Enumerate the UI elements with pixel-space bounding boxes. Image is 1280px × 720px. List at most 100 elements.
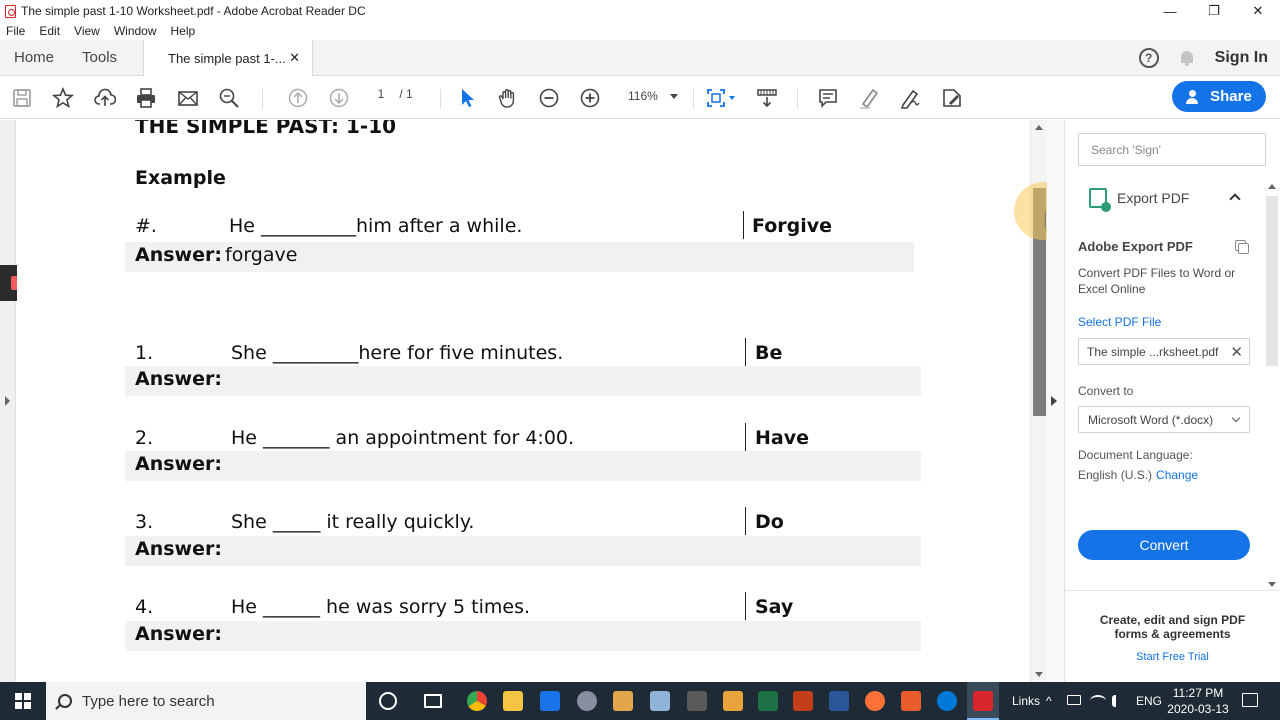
chevron-up-icon[interactable]: ^ [1046,682,1052,720]
menu-help[interactable]: Help [171,24,196,38]
acrobat-icon [973,691,993,711]
comment-icon[interactable] [816,86,840,110]
scroll-up-icon[interactable] [1268,184,1276,189]
convert-format-select[interactable]: Microsoft Word (*.docx) [1078,406,1250,433]
toolbar-separator [797,89,798,109]
chrome-icon[interactable] [467,691,487,711]
fit-page-icon[interactable] [704,86,728,110]
document-view[interactable]: THE SIMPLE PAST: 1-10 Example #. He ____… [17,120,1030,682]
tab-document[interactable]: The simple past 1-... ✕ [143,40,313,76]
highlight-icon[interactable] [857,86,881,110]
app-icon[interactable] [901,691,921,711]
zoom-value: 116% [628,89,658,103]
share-button[interactable]: Share [1172,81,1266,112]
answer-label: Answer: [135,538,222,560]
sign-icon[interactable] [898,86,922,110]
fill-sign-icon[interactable] [940,86,964,110]
powerpoint-icon[interactable] [793,691,813,711]
cortana-icon[interactable] [379,692,397,710]
scroll-up-icon[interactable] [1035,125,1043,130]
links-toolbar[interactable]: Links [1012,682,1040,720]
excel-icon[interactable] [758,691,778,711]
input-language[interactable]: ENG [1136,682,1162,720]
find-icon[interactable] [217,86,241,110]
start-button[interactable] [0,682,46,720]
document-language-label: Document Language: [1078,448,1193,462]
scrollbar-thumb[interactable] [1266,196,1278,366]
close-button[interactable]: ✕ [1236,0,1280,22]
taskbar-search-input[interactable]: Type here to search [46,682,366,720]
page-number-input[interactable]: 1 [366,87,396,102]
menu-view[interactable]: View [74,24,100,38]
selected-file-field[interactable]: The simple ...rksheet.pdf ✕ [1078,338,1250,365]
question-number: 1. [135,342,154,364]
windows-taskbar: Type here to search Links ^ ENG 11:27 PM… [0,682,1280,720]
mail-app-icon[interactable] [540,691,560,711]
scroll-down-icon[interactable] [1268,582,1276,587]
help-icon[interactable]: ? [1138,48,1159,68]
prev-page-icon[interactable] [286,86,310,110]
system-clock[interactable]: 11:27 PM 2020-03-13 [1162,685,1234,717]
select-arrow-icon[interactable] [455,86,479,110]
menu-window[interactable]: Window [114,24,157,38]
volume-icon[interactable] [1112,695,1122,707]
expand-arrow-icon[interactable] [5,396,10,406]
convert-button[interactable]: Convert [1078,530,1250,560]
chevron-up-icon[interactable] [1229,193,1241,205]
change-language-link[interactable]: Change [1156,468,1198,482]
scroll-mode-icon[interactable] [755,86,779,110]
scroll-down-icon[interactable] [1035,672,1043,677]
zoom-in-icon[interactable] [578,86,602,110]
pane-scrollbar[interactable] [1264,182,1280,592]
notification-bell-icon[interactable] [1179,49,1195,67]
start-free-trial-link[interactable]: Start Free Trial [1065,651,1280,663]
zoom-select[interactable]: 116% [620,89,684,103]
wifi-icon[interactable] [1090,695,1106,707]
answer-row: Answer: [125,536,921,566]
media-player-icon[interactable] [613,691,633,711]
app-icon[interactable] [723,691,743,711]
window-title: The simple past 1-10 Worksheet.pdf - Ado… [21,4,366,18]
collapse-arrow-icon[interactable] [1051,396,1057,406]
zoom-out-icon[interactable] [537,86,561,110]
paint-icon[interactable] [577,691,597,711]
chevron-down-icon[interactable] [729,96,735,100]
notification-center-icon[interactable] [1242,693,1258,707]
tab-bar: Home Tools The simple past 1-... ✕ ? Sig… [0,40,1280,76]
task-view-icon[interactable] [424,694,442,708]
maximize-button[interactable]: ❐ [1192,0,1236,22]
next-page-icon[interactable] [327,86,351,110]
question-row: #. He __________him after a while. Forgi… [135,211,935,245]
question-sentence: She _____ it really quickly. [231,511,475,533]
save-icon[interactable] [10,86,34,110]
input-language-label: ENG [1136,694,1163,708]
edge-icon[interactable] [937,691,957,711]
menu-file[interactable]: File [6,24,25,38]
upload-icon[interactable] [93,86,117,110]
calculator-icon[interactable] [687,691,707,711]
minimize-button[interactable]: — [1148,0,1192,22]
right-panel-toggle[interactable] [1047,120,1065,682]
mail-icon[interactable] [176,86,200,110]
sign-in-link[interactable]: Sign In [1215,49,1268,67]
star-icon[interactable] [51,86,75,110]
tab-tools[interactable]: Tools [68,49,131,66]
export-description: Convert PDF Files to Word or Excel Onlin… [1078,266,1236,296]
select-pdf-file-link[interactable]: Select PDF File [1078,315,1161,329]
word-icon[interactable] [829,691,849,711]
print-icon[interactable] [134,86,158,110]
battery-icon[interactable] [1067,695,1081,705]
left-panel-toggle[interactable] [0,120,16,682]
menu-edit[interactable]: Edit [39,24,60,38]
tab-home[interactable]: Home [0,49,68,66]
export-pdf-section-header[interactable]: Export PDF [1089,188,1189,212]
file-explorer-icon[interactable] [503,691,523,711]
firefox-icon[interactable] [865,691,885,711]
tools-search-input[interactable]: Search 'Sign' [1078,133,1266,166]
selected-file-name: The simple ...rksheet.pdf [1087,344,1219,359]
close-tab-icon[interactable]: ✕ [289,50,300,66]
app-icon[interactable] [650,691,670,711]
hand-icon[interactable] [496,86,520,110]
remove-file-icon[interactable]: ✕ [1230,343,1243,361]
copy-icon[interactable] [1235,240,1249,254]
